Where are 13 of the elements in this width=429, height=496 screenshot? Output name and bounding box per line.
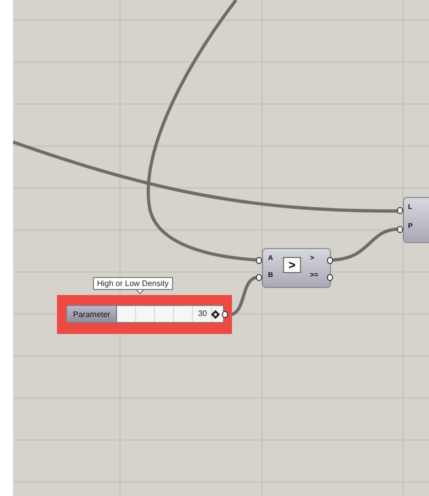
wire-grip[interactable] — [256, 274, 262, 281]
slider-label: Parameter — [67, 306, 118, 322]
slider-value: 30 — [198, 309, 207, 318]
tooltip: High or Low Density — [93, 277, 173, 290]
wire-grip[interactable] — [397, 207, 403, 214]
slider-knob[interactable] — [210, 310, 220, 319]
number-slider[interactable]: Parameter 30 — [66, 305, 224, 323]
operator-symbol: > — [283, 257, 301, 273]
wire-grip[interactable] — [327, 274, 333, 281]
wire-grip[interactable] — [256, 257, 262, 264]
wire-grip[interactable] — [397, 226, 403, 233]
wire — [229, 275, 258, 316]
wire-grip[interactable] — [327, 257, 333, 264]
